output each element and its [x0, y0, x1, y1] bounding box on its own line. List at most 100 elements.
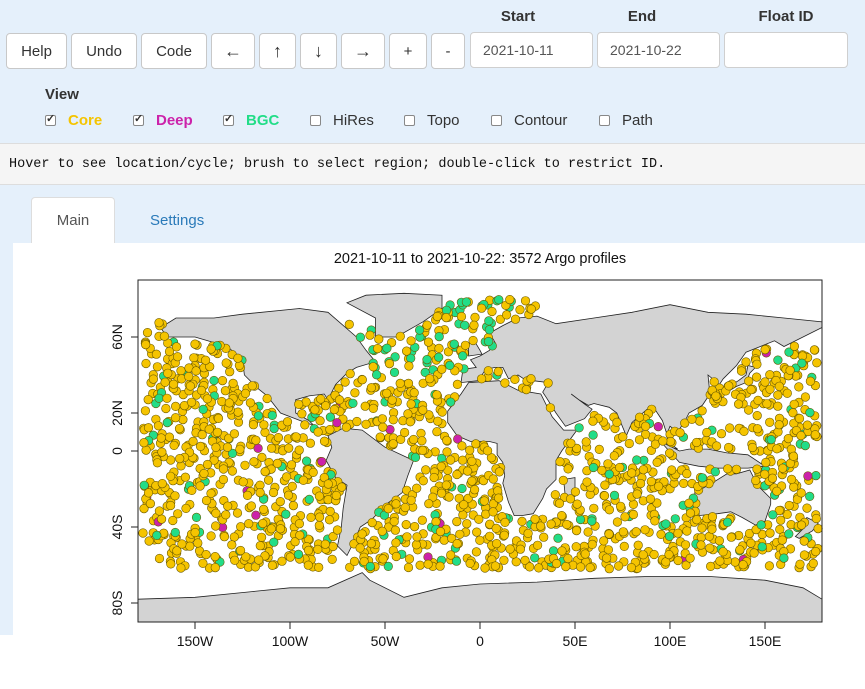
core-profile-point	[195, 481, 205, 491]
core-profile-point	[142, 327, 153, 338]
core-profile-point	[811, 547, 821, 557]
core-profile-point	[697, 523, 707, 533]
y-tick-label: 40S	[109, 515, 125, 540]
path-checkbox[interactable]: Path	[599, 110, 653, 130]
core-profile-point	[470, 485, 480, 495]
end-label: End	[627, 8, 657, 25]
code-button[interactable]: Code	[141, 33, 207, 69]
start-date-input[interactable]	[470, 32, 593, 68]
core-profile-point	[282, 472, 292, 482]
zoom-in-button[interactable]: +	[389, 33, 427, 69]
bgc-profile-point	[588, 462, 599, 473]
core-profile-point	[716, 429, 727, 439]
core-profile-point	[383, 504, 393, 514]
core-profile-point	[227, 540, 237, 550]
x-tick-label: 100E	[654, 633, 687, 649]
core-profile-point	[558, 475, 568, 485]
contour-checkbox[interactable]: Contour	[491, 110, 567, 130]
core-profile-point	[151, 349, 161, 359]
core-profile-point	[273, 433, 284, 443]
bgc-profile-point	[267, 410, 277, 420]
pan-left-button[interactable]: ←	[211, 33, 255, 69]
core-profile-point	[488, 474, 498, 484]
core-profile-point	[434, 343, 444, 353]
chart-title: 2021-10-11 to 2021-10-22: 3572 Argo prof…	[334, 251, 626, 267]
core-profile-point	[627, 468, 637, 478]
core-profile-point	[808, 558, 818, 569]
topo-checkbox[interactable]: Topo	[404, 110, 460, 130]
core-profile-point	[262, 393, 272, 404]
bgc-profile-point	[805, 408, 815, 418]
checkbox-box[interactable]	[133, 112, 144, 126]
pan-up-button[interactable]: ↑	[259, 33, 296, 69]
core-profile-point	[171, 401, 181, 411]
core-profile-point	[675, 428, 685, 438]
core-profile-point	[287, 460, 297, 470]
bgc-profile-point	[784, 529, 794, 539]
bgc-profile-point	[457, 483, 467, 494]
core-profile-point	[221, 358, 231, 368]
core-profile-point	[297, 409, 307, 419]
core-profile-point	[452, 379, 463, 389]
core-profile-point	[810, 430, 820, 440]
core-profile-point	[197, 430, 207, 440]
core-profile-point	[210, 563, 220, 573]
core-profile-point	[767, 473, 778, 483]
core-profile-point	[789, 341, 800, 351]
core-profile-point	[694, 416, 705, 426]
core-profile-point	[709, 377, 719, 387]
tab-main[interactable]: Main	[31, 197, 115, 243]
core-profile-point	[417, 436, 427, 446]
core-profile-point	[217, 376, 228, 386]
end-date-input[interactable]	[597, 32, 720, 68]
bgc-profile-point	[756, 520, 766, 530]
pan-right-button[interactable]: →	[341, 33, 385, 69]
undo-button[interactable]: Undo	[71, 33, 137, 69]
core-profile-point	[202, 394, 212, 404]
pan-down-button[interactable]: ↓	[300, 33, 337, 69]
core-profile-point	[313, 544, 323, 555]
core-profile-point	[288, 501, 299, 511]
argo-map-plot[interactable]: 2021-10-11 to 2021-10-22: 3572 Argo prof…	[13, 243, 865, 684]
core-profile-point	[254, 555, 264, 565]
core-profile-point	[786, 474, 797, 484]
core-profile-point	[457, 441, 467, 451]
core-profile-point	[515, 544, 526, 554]
checkbox-box[interactable]	[404, 114, 415, 126]
core-profile-point	[277, 556, 287, 566]
core-profile-point	[375, 432, 385, 442]
core-profile-point	[794, 382, 804, 392]
checkbox-box[interactable]	[310, 114, 321, 126]
core-profile-point	[217, 396, 227, 407]
deep-checkbox[interactable]: Deep	[133, 110, 193, 130]
core-profile-point	[718, 547, 728, 557]
core-profile-point	[170, 491, 180, 501]
core-profile-point	[575, 562, 586, 572]
core-profile-point	[555, 457, 565, 467]
core-profile-point	[609, 451, 619, 461]
core-profile-point	[599, 491, 610, 501]
core-profile-point	[765, 384, 775, 394]
checkbox-box[interactable]	[45, 112, 56, 126]
hires-checkbox[interactable]: HiRes	[310, 110, 374, 130]
zoom-out-button[interactable]: -	[431, 33, 465, 69]
core-profile-point	[684, 498, 694, 508]
core-profile-point	[510, 374, 520, 384]
bgc-checkbox[interactable]: BGC	[223, 110, 279, 130]
core-profile-point	[154, 506, 164, 516]
checkbox-box[interactable]	[599, 114, 610, 126]
checkbox-box[interactable]	[491, 114, 502, 126]
core-profile-point	[490, 561, 501, 571]
core-profile-point	[652, 457, 662, 467]
core-profile-point	[169, 440, 179, 450]
core-profile-point	[283, 490, 294, 500]
tab-settings[interactable]: Settings	[150, 197, 204, 243]
help-button[interactable]: Help	[6, 33, 67, 69]
float-id-input[interactable]	[724, 32, 848, 68]
core-profile-point	[332, 525, 343, 535]
core-profile-point	[539, 532, 549, 542]
checkbox-box[interactable]	[223, 112, 234, 126]
core-profile-point	[233, 407, 243, 417]
core-checkbox[interactable]: Core	[45, 110, 102, 130]
core-profile-point	[319, 436, 330, 446]
